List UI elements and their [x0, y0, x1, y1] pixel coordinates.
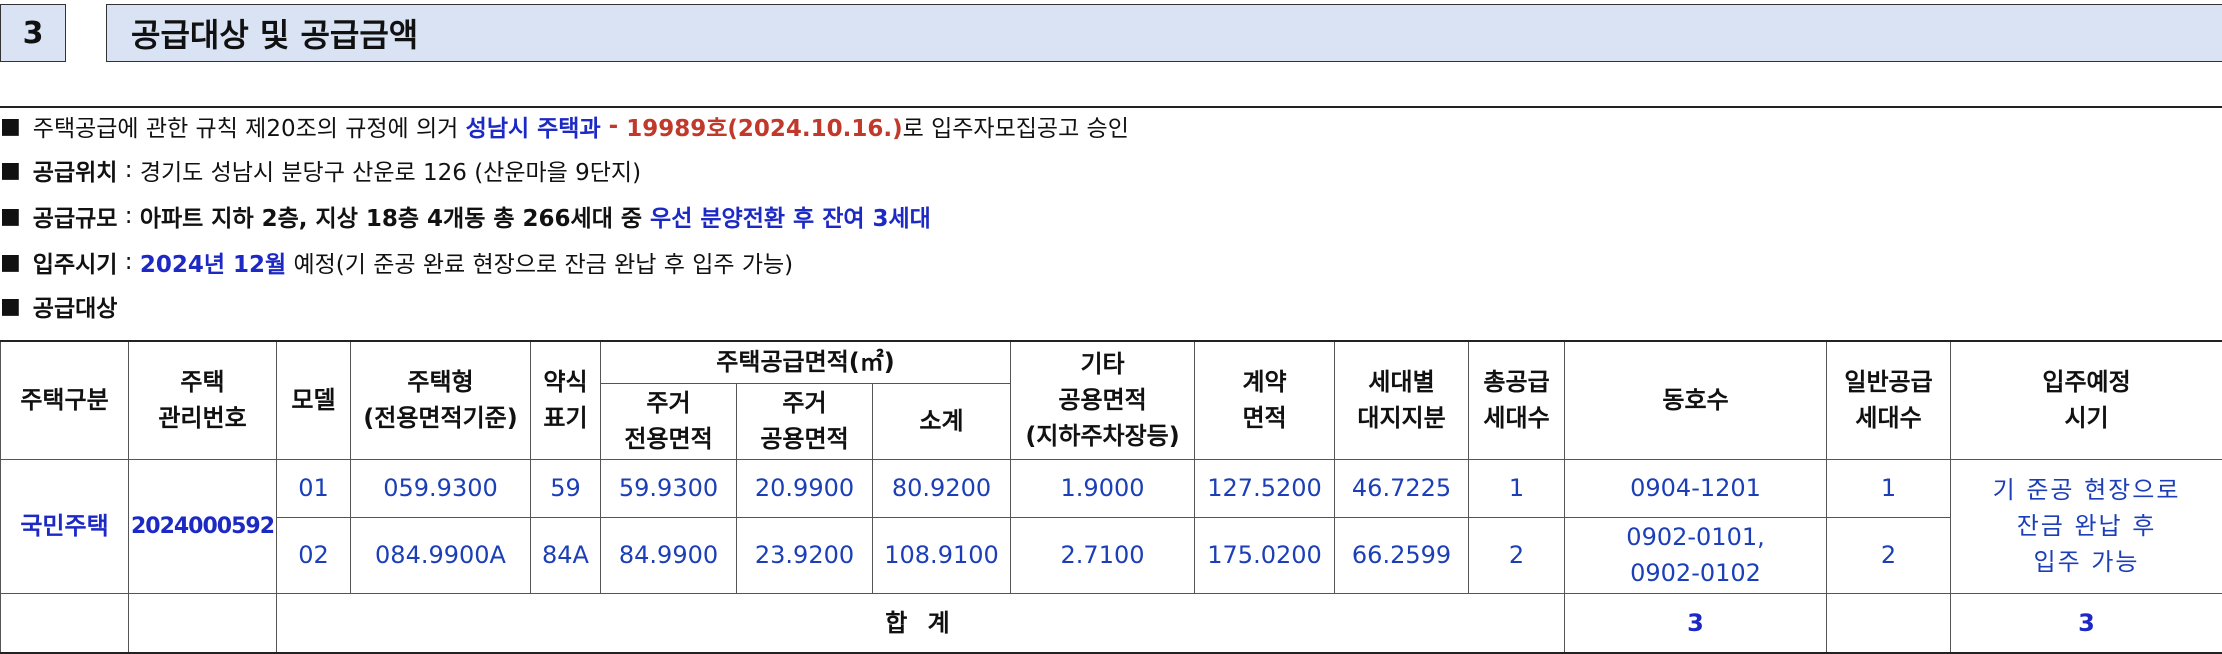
- cell-model: 01: [276, 458, 351, 518]
- approval-number: 19989호(2024.10.16.): [626, 116, 903, 142]
- cell-type: 084.9900A: [350, 516, 531, 594]
- cell-movein: 기 준공 현장으로 잔금 완납 후 입주 가능: [1950, 458, 2222, 594]
- movein-value: 예정(기 준공 완료 현장으로 잔금 완납 후 입주 가능): [286, 252, 794, 278]
- cell-common: 20.9900: [736, 458, 873, 518]
- scale-sep: :: [117, 203, 140, 229]
- bullet-icon: ■: [0, 249, 21, 275]
- cell-contract: 127.5200: [1194, 458, 1336, 518]
- approval-line: ■ 주택공급에 관한 규칙 제20조의 규정에 의거 성남시 주택과 - 199…: [0, 108, 1129, 144]
- section-number: 3: [0, 4, 66, 62]
- table-row: 02 084.9900A 84A 84.9900 23.9200 108.910…: [1, 516, 2222, 594]
- cell-type: 059.9300: [350, 458, 531, 518]
- header-exclusive-area: 주거 전용면적: [600, 382, 737, 460]
- movein-line: ■ 입주시기 : 2024년 12월 예정(기 준공 완료 현장으로 잔금 완납…: [0, 244, 793, 280]
- header-supply-area: 주택공급면적(㎡): [599, 340, 1012, 384]
- bullet-icon: ■: [0, 203, 21, 229]
- movein-label: 입주시기: [32, 252, 118, 278]
- supply-table: 주택구분 주택 관리번호 모델 주택형 (전용면적기준) 약식 표기 주택공급면적(㎡…: [0, 340, 2222, 654]
- header-land-share: 세대별 대지지분: [1334, 340, 1470, 460]
- total-general-units: 3: [1950, 592, 2222, 654]
- approval-office: 성남시 주택과: [465, 116, 601, 142]
- cell-empty: [1826, 592, 1952, 654]
- total-row: 합 계 3 3: [0, 592, 2222, 654]
- cell-total: 1: [1468, 458, 1566, 518]
- scale-label: 공급규모: [32, 206, 118, 232]
- section-title: 공급대상 및 공급금액: [106, 4, 2222, 62]
- header-kind: 주택구분: [0, 340, 129, 460]
- total-label: 합 계: [275, 592, 1566, 654]
- location-line: ■ 공급위치 : 경기도 성남시 분당구 산운로 126 (산운마을 9단지): [0, 152, 641, 188]
- target-line: ■ 공급대상: [0, 288, 117, 324]
- cell-empty: [128, 592, 277, 654]
- cell-empty: [0, 592, 129, 654]
- cell-other: 1.9000: [1010, 458, 1196, 518]
- cell-subtotal: 80.9200: [871, 458, 1012, 518]
- header-contract-area: 계약 면적: [1194, 340, 1336, 460]
- cell-abbr: 59: [530, 458, 601, 518]
- header-mgmt: 주택 관리번호: [128, 340, 277, 460]
- location-sep: :: [117, 157, 140, 183]
- bullet-icon: ■: [0, 293, 21, 319]
- table-row: 국민주택 2024000592 01 059.9300 59 59.9300 2…: [0, 458, 2222, 594]
- header-movein: 입주예정 시기: [1950, 340, 2222, 460]
- target-label: 공급대상: [32, 296, 118, 322]
- cell-model: 02: [276, 516, 351, 594]
- header-subtotal: 소계: [871, 382, 1012, 460]
- header-total-units: 총공급 세대수: [1468, 340, 1566, 460]
- cell-contract: 175.0200: [1194, 516, 1336, 594]
- location-value: 경기도 성남시 분당구 산운로 126 (산운마을 9단지): [139, 160, 642, 186]
- header-type: 주택형 (전용면적기준): [350, 340, 531, 460]
- header-unit-numbers: 동호수: [1564, 340, 1828, 460]
- cell-kind: 국민주택: [0, 458, 129, 594]
- approval-dash: -: [600, 113, 627, 139]
- location-label: 공급위치: [32, 160, 118, 186]
- cell-abbr: 84A: [530, 516, 601, 594]
- scale-line: ■ 공급규모 : 아파트 지하 2층, 지상 18층 4개동 총 266세대 중…: [0, 198, 931, 234]
- movein-date: 2024년 12월: [139, 252, 287, 278]
- cell-land: 46.7225: [1334, 458, 1470, 518]
- cell-mgmt-no: 2024000592: [128, 458, 277, 594]
- header-other-area: 기타 공용면적 (지하주차장등): [1010, 340, 1196, 460]
- cell-exclusive: 59.9300: [600, 458, 737, 518]
- scale-value: 아파트 지하 2층, 지상 18층 4개동 총 266세대 중: [139, 206, 651, 232]
- header-common-area: 주거 공용면적: [736, 382, 873, 460]
- scale-highlight: 우선 분양전환 후 잔여 3세대: [650, 206, 931, 232]
- header-general-units: 일반공급 세대수: [1826, 340, 1952, 460]
- cell-other: 2.7100: [1010, 516, 1196, 594]
- header-abbr: 약식 표기: [530, 340, 601, 460]
- cell-subtotal: 108.9100: [871, 516, 1012, 594]
- bullet-icon: ■: [0, 113, 21, 139]
- cell-general: 1: [1826, 458, 1952, 518]
- cell-land: 66.2599: [1334, 516, 1470, 594]
- approval-pre: 주택공급에 관한 규칙 제20조의 규정에 의거: [32, 116, 466, 142]
- cell-general: 2: [1826, 516, 1952, 594]
- approval-post: 로 입주자모집공고 승인: [902, 116, 1129, 142]
- cell-total: 2: [1468, 516, 1566, 594]
- total-units: 3: [1564, 592, 1828, 654]
- cell-exclusive: 84.9900: [600, 516, 737, 594]
- header-model: 모델: [276, 340, 351, 460]
- cell-units: 0904-1201: [1564, 458, 1828, 518]
- bullet-icon: ■: [0, 157, 21, 183]
- movein-sep: :: [117, 249, 140, 275]
- cell-units: 0902-0101, 0902-0102: [1564, 516, 1828, 594]
- cell-common: 23.9200: [736, 516, 873, 594]
